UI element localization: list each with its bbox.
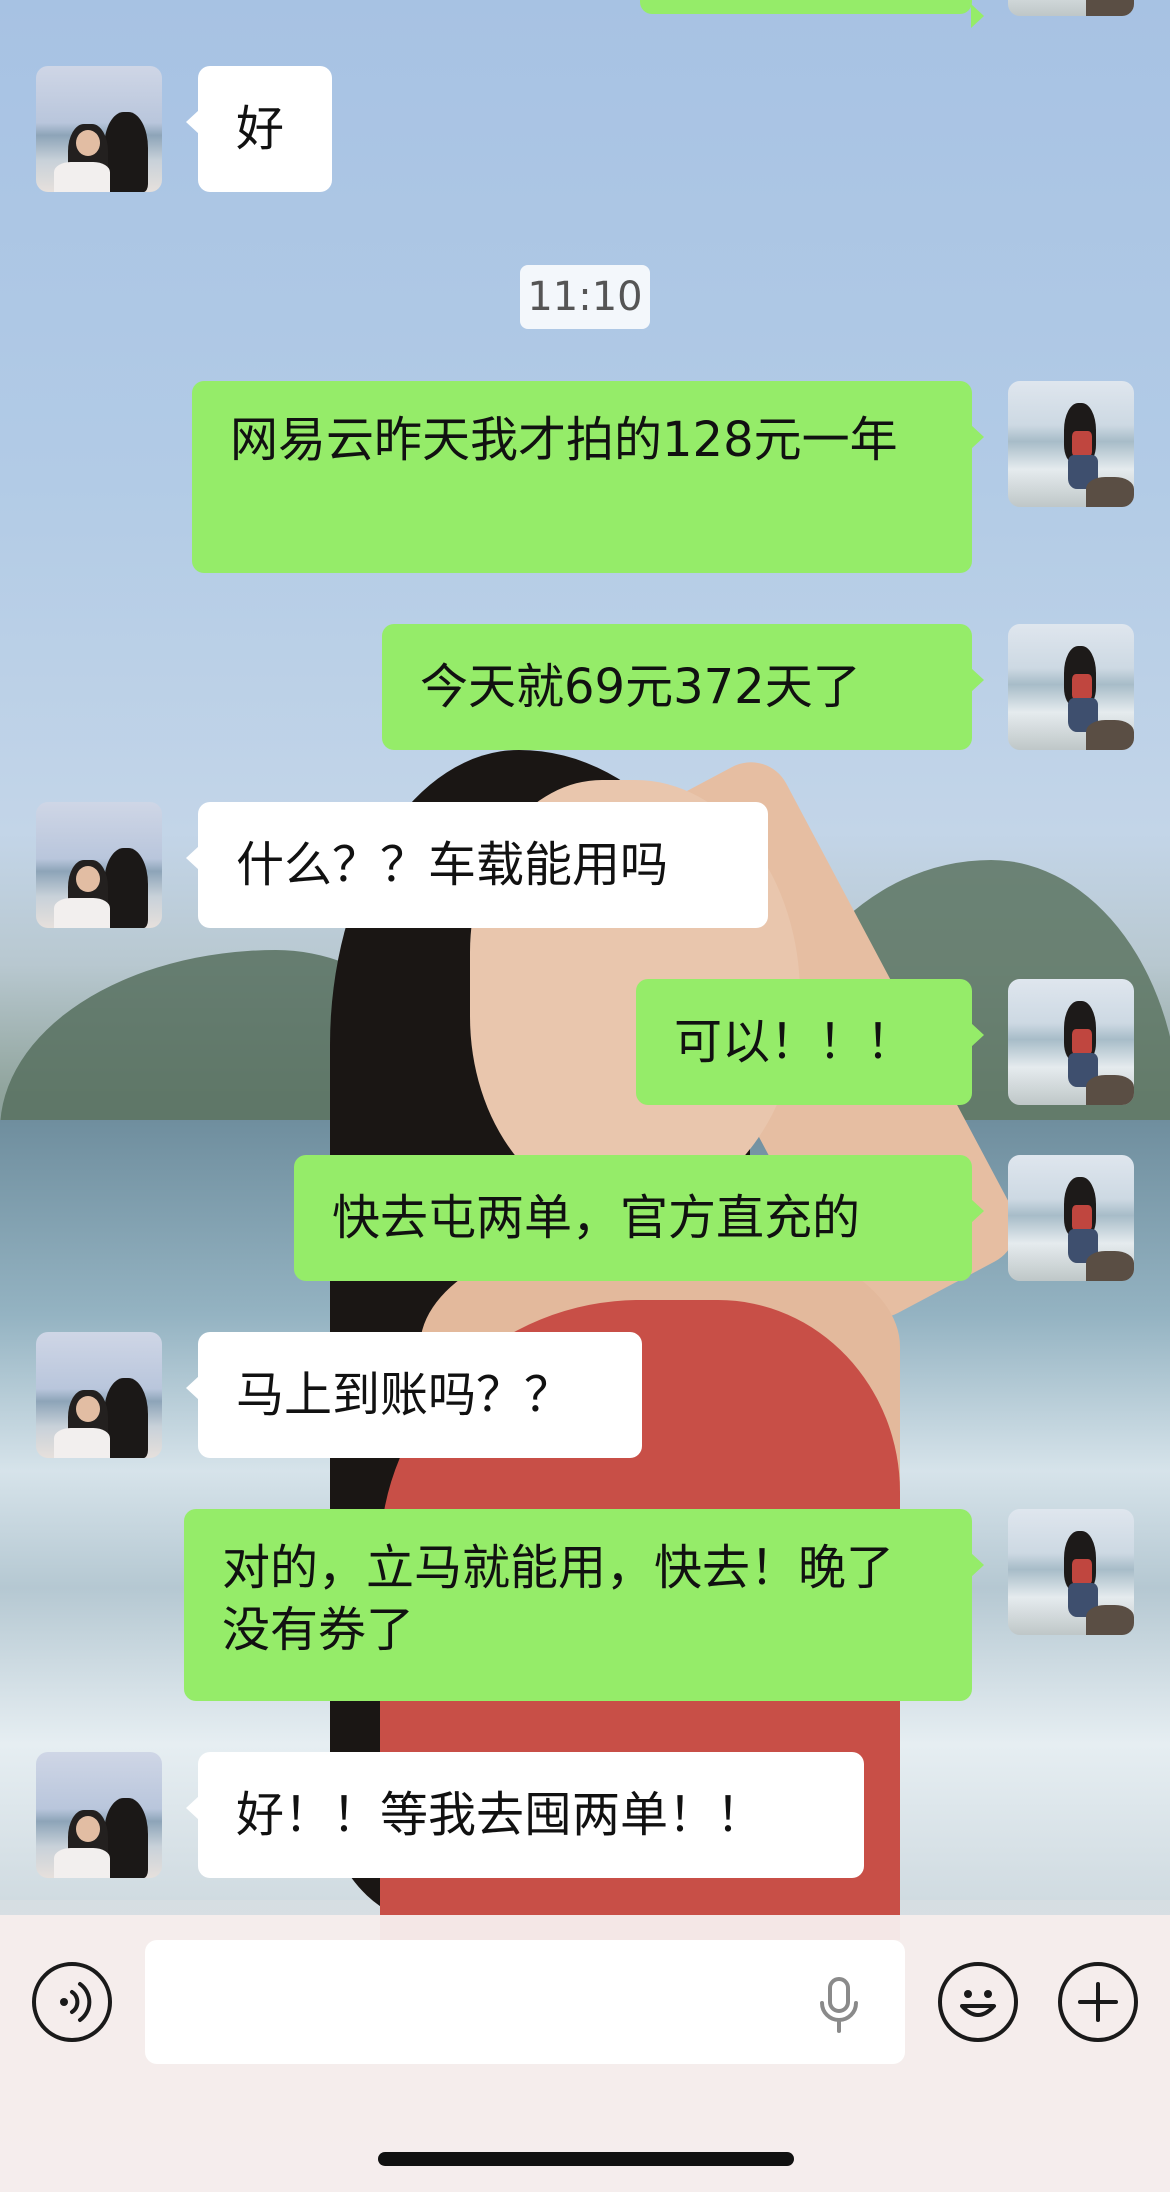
- voice-icon[interactable]: [32, 1962, 112, 2042]
- avatar-figure: [54, 162, 110, 192]
- avatar-figure: [76, 866, 100, 892]
- avatar-figure: [1086, 720, 1134, 750]
- message-timestamp: 11:10: [520, 265, 650, 329]
- avatar-figure: [104, 848, 148, 928]
- avatar-self[interactable]: [1008, 624, 1134, 750]
- avatar-self[interactable]: [1008, 0, 1134, 16]
- message-bubble[interactable]: 好: [186, 66, 332, 192]
- voice-icon-glyph: [60, 1982, 92, 2022]
- avatar-figure: [54, 898, 110, 928]
- emoji-icon-glyph: [960, 1990, 996, 2017]
- avatar-figure: [1072, 431, 1092, 457]
- avatar-self[interactable]: [1008, 381, 1134, 507]
- message-bubble-partial[interactable]: [640, 0, 984, 28]
- avatar-figure: [1072, 1029, 1092, 1055]
- home-indicator[interactable]: [378, 2152, 794, 2166]
- avatar-self[interactable]: [1008, 1155, 1134, 1281]
- avatar-figure: [76, 1816, 100, 1842]
- message-bubble[interactable]: 好！！等我去囤两单！！: [186, 1752, 864, 1878]
- avatar-figure: [76, 1396, 100, 1422]
- avatar-other[interactable]: [36, 1332, 162, 1458]
- plus-icon-glyph: [1078, 1982, 1118, 2022]
- avatar-figure: [1086, 1251, 1134, 1281]
- avatar-figure: [1072, 674, 1092, 700]
- avatar-figure: [104, 1798, 148, 1878]
- message-bubble[interactable]: 快去屯两单，官方直充的: [294, 1155, 984, 1281]
- avatar-figure: [76, 130, 100, 156]
- avatar-other[interactable]: [36, 1752, 162, 1878]
- avatar-figure: [1072, 1559, 1092, 1585]
- avatar-self[interactable]: [1008, 979, 1134, 1105]
- avatar-figure: [54, 1428, 110, 1458]
- avatar-figure: [104, 1378, 148, 1458]
- avatar-figure: [1086, 1605, 1134, 1635]
- avatar-figure: [1086, 1075, 1134, 1105]
- avatar-figure: [1072, 1205, 1092, 1231]
- avatar-figure: [54, 1848, 110, 1878]
- avatar-figure: [104, 112, 148, 192]
- plus-icon[interactable]: [1058, 1962, 1138, 2042]
- avatar-other[interactable]: [36, 66, 162, 192]
- avatar-self[interactable]: [1008, 1509, 1134, 1635]
- avatar-other[interactable]: [36, 802, 162, 928]
- microphone-icon-glyph: [820, 1977, 858, 2033]
- message-bubble[interactable]: 马上到账吗？？: [186, 1332, 642, 1458]
- message-bubble[interactable]: 什么？？车载能用吗: [186, 802, 768, 928]
- message-input[interactable]: [145, 1940, 905, 2064]
- message-bubble[interactable]: 今天就69元372天了: [382, 624, 984, 750]
- message-bubble[interactable]: 对的，立马就能用，快去！晚了没有券了: [184, 1509, 984, 1701]
- microphone-icon[interactable]: [815, 1975, 863, 2035]
- avatar-figure: [1086, 477, 1134, 507]
- message-bubble[interactable]: 可以！！！: [636, 979, 984, 1105]
- message-bubble[interactable]: 网易云昨天我才拍的128元一年: [192, 381, 984, 573]
- emoji-icon[interactable]: [938, 1962, 1018, 2042]
- avatar-figure: [1086, 0, 1134, 16]
